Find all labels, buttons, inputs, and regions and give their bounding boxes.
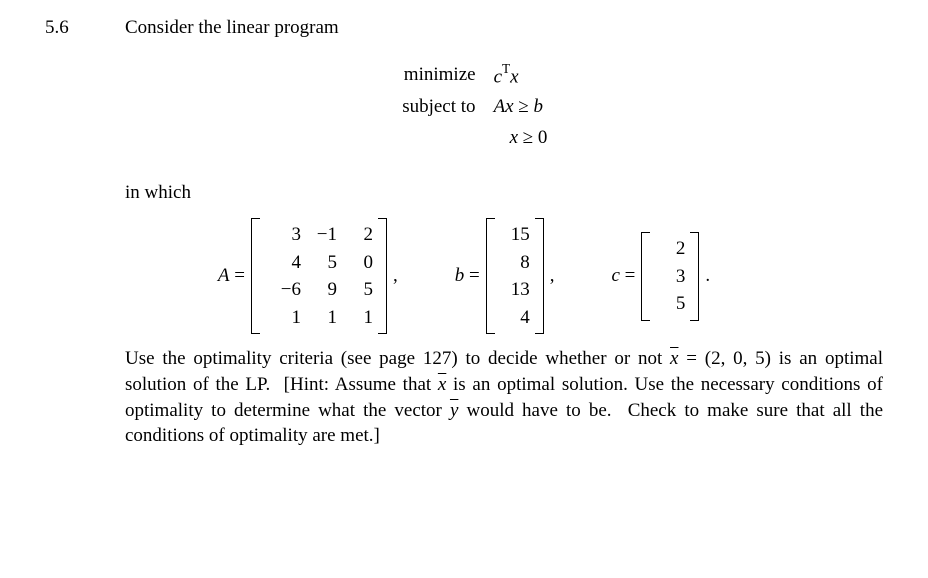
lp-formulation: minimize cTx subject to Ax ≥ b x ≥ 0 bbox=[45, 60, 883, 162]
comma2: , bbox=[550, 263, 555, 290]
problem-number: 5.6 bbox=[45, 15, 95, 42]
matrix-A: 3−12 450 −695 111 bbox=[251, 218, 387, 334]
in-which-text: in which bbox=[125, 180, 883, 207]
constraint2: x ≥ 0 bbox=[494, 123, 548, 153]
problem-body: Use the optimality criteria (see page 12… bbox=[125, 346, 883, 449]
c-label: c = bbox=[611, 263, 635, 290]
problem-header: 5.6 Consider the linear program bbox=[45, 15, 883, 42]
vector-c: 2 3 5 bbox=[641, 232, 699, 321]
b-label: b = bbox=[455, 263, 480, 290]
matrix-definitions: A = 3−12 450 −695 111 , b = 15 8 13 4 , … bbox=[45, 218, 883, 334]
objective: cTx bbox=[494, 60, 519, 93]
subject-to-label: subject to bbox=[381, 92, 476, 122]
constraint1: Ax ≥ b bbox=[494, 92, 543, 122]
comma1: , bbox=[393, 263, 398, 290]
period: . bbox=[705, 263, 710, 290]
A-label: A = bbox=[218, 263, 245, 290]
minimize-label: minimize bbox=[381, 60, 476, 93]
problem-intro: Consider the linear program bbox=[125, 15, 883, 42]
vector-b: 15 8 13 4 bbox=[486, 218, 544, 334]
